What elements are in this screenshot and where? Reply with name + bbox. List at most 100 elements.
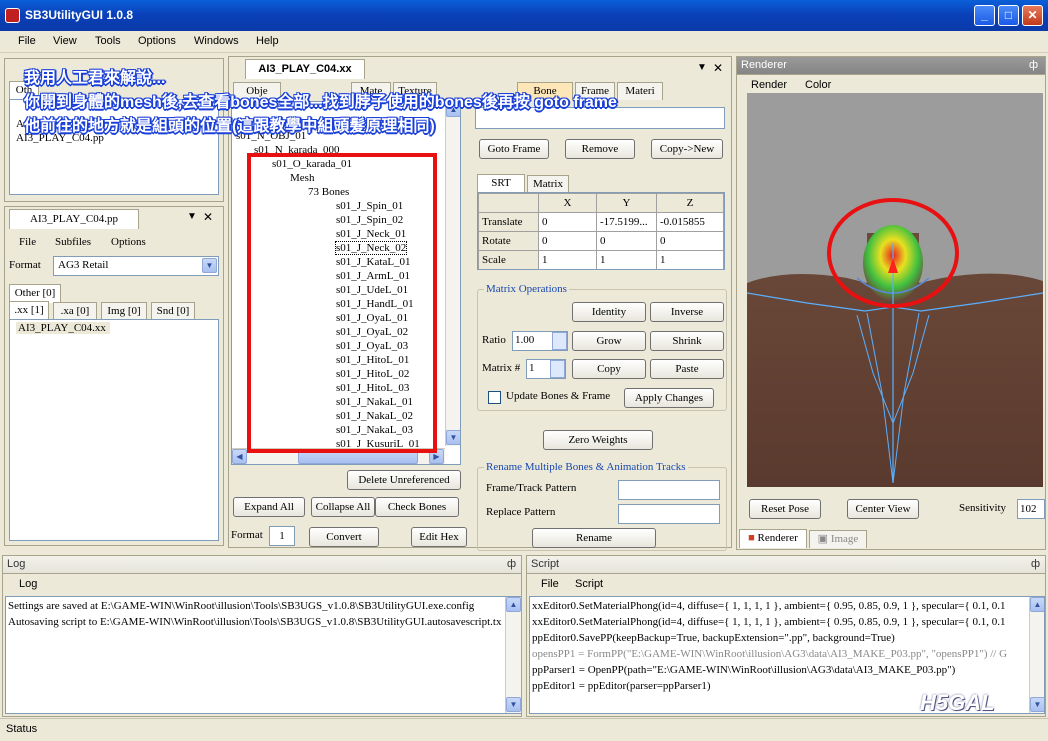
script-scrollbar[interactable]: ▲ ▼ xyxy=(1029,597,1044,713)
menu-help[interactable]: Help xyxy=(256,35,279,47)
rename-button[interactable]: Rename xyxy=(532,528,656,548)
annotation-line-2: 你開到身體的mesh後,去查看bones全部...找到脖子使用的bones後再按… xyxy=(24,94,617,111)
log-menu[interactable]: Log xyxy=(19,578,37,590)
render-viewport[interactable] xyxy=(747,93,1043,487)
matrix-num-field[interactable]: 1 xyxy=(526,359,566,379)
matrix-num-spinner[interactable] xyxy=(550,360,565,378)
grid-cell[interactable]: 0 xyxy=(538,231,597,251)
zero-weights-button[interactable]: Zero Weights xyxy=(543,430,653,450)
renderer-menu-render[interactable]: Render xyxy=(751,79,787,91)
tab-matrix[interactable]: Matrix xyxy=(527,175,569,193)
image-tab-icon: ▣ xyxy=(817,533,829,545)
close-button[interactable]: ✕ xyxy=(1022,5,1043,26)
tab-xa[interactable]: .xa [0] xyxy=(53,302,97,320)
tab-image[interactable]: ▣ Image xyxy=(809,530,867,548)
pp-doc-tab[interactable]: AI3_PLAY_C04.pp xyxy=(9,209,139,229)
format-select[interactable]: AG3 Retail ▼ xyxy=(53,256,219,276)
close-icon[interactable]: ✕ xyxy=(713,61,723,75)
title-bar: SB3UtilityGUI 1.0.8 _ □ ✕ xyxy=(0,0,1048,31)
copy-new-button[interactable]: Copy->New xyxy=(651,139,723,159)
script-menu-script[interactable]: Script xyxy=(575,578,603,590)
expand-all-button[interactable]: Expand All xyxy=(233,497,305,517)
sensitivity-field[interactable]: 102 xyxy=(1017,499,1045,519)
frame-track-input[interactable] xyxy=(618,480,720,500)
pp-panel: AI3_PLAY_C04.pp ▼ ✕ File Subfiles Option… xyxy=(4,206,224,546)
reset-pose-button[interactable]: Reset Pose xyxy=(749,499,821,519)
grid-cell[interactable]: -0.015855 xyxy=(656,212,724,232)
xx-doc-tab[interactable]: AI3_PLAY_C04.xx xyxy=(245,59,365,79)
shrink-button[interactable]: Shrink xyxy=(650,331,724,351)
apply-changes-button[interactable]: Apply Changes xyxy=(624,388,714,408)
pp-menu-options[interactable]: Options xyxy=(111,236,146,248)
inverse-button[interactable]: Inverse xyxy=(650,302,724,322)
minimize-button[interactable]: _ xyxy=(974,5,995,26)
identity-button[interactable]: Identity xyxy=(572,302,646,322)
convert-button[interactable]: Convert xyxy=(309,527,379,547)
grow-button[interactable]: Grow xyxy=(572,331,646,351)
check-bones-button[interactable]: Check Bones xyxy=(375,497,459,517)
pin-icon[interactable]: ф xyxy=(1029,57,1038,74)
log-scrollbar[interactable]: ▲ ▼ xyxy=(505,597,521,713)
srt-table: X Y Z Translate 0 -17.5199... -0.015855 … xyxy=(478,193,724,269)
grid-cell[interactable]: 0 xyxy=(538,212,597,232)
tab-img[interactable]: Img [0] xyxy=(101,302,147,320)
pp-menu-subfiles[interactable]: Subfiles xyxy=(55,236,91,248)
tree-scrollbar-v[interactable]: ▲ ▼ xyxy=(445,102,460,446)
remove-button[interactable]: Remove xyxy=(565,139,635,159)
annotation-line-1: 我用人工君來解說... xyxy=(24,70,166,87)
goto-frame-button[interactable]: Goto Frame xyxy=(479,139,549,159)
update-bones-checkbox[interactable] xyxy=(488,391,501,404)
script-menu-file[interactable]: File xyxy=(541,578,559,590)
menu-tools[interactable]: Tools xyxy=(95,35,121,47)
tab-materi[interactable]: Materi xyxy=(617,82,663,100)
menu-file[interactable]: File xyxy=(18,35,36,47)
chevron-down-icon[interactable]: ▼ xyxy=(202,258,217,273)
grid-corner xyxy=(478,193,539,213)
grid-cell[interactable]: 1 xyxy=(538,250,597,269)
pp-menu-file[interactable]: File xyxy=(19,236,36,248)
scroll-down-icon[interactable]: ▼ xyxy=(506,697,521,712)
grid-cell[interactable]: 1 xyxy=(656,250,724,269)
scroll-down-icon[interactable]: ▼ xyxy=(446,430,460,445)
pin-icon[interactable]: ф xyxy=(1031,556,1040,573)
delete-unreferenced-button[interactable]: Delete Unreferenced xyxy=(347,470,461,490)
grid-cell[interactable]: -17.5199... xyxy=(596,212,657,232)
ratio-field[interactable]: 1.00 xyxy=(512,331,568,351)
tab-renderer-label: Renderer xyxy=(757,532,798,544)
tab-image-label: Image xyxy=(830,533,859,545)
copy-button[interactable]: Copy xyxy=(572,359,646,379)
scroll-up-icon[interactable]: ▲ xyxy=(506,597,521,612)
menu-options[interactable]: Options xyxy=(138,35,176,47)
tab-xx[interactable]: .xx [1] xyxy=(9,301,49,320)
replace-input[interactable] xyxy=(618,504,720,524)
pin-icon[interactable]: ▼ xyxy=(187,211,197,222)
edit-hex-button[interactable]: Edit Hex xyxy=(411,527,467,547)
paste-button[interactable]: Paste xyxy=(650,359,724,379)
grid-cell[interactable]: 1 xyxy=(596,250,657,269)
script-line: opensPP1 = FormPP("E:\GAME-WIN\WinRoot\i… xyxy=(532,648,1008,660)
tab-snd[interactable]: Snd [0] xyxy=(151,302,195,320)
menu-windows[interactable]: Windows xyxy=(194,35,239,47)
renderer-title: Renderer xyxy=(741,59,787,71)
menu-view[interactable]: View xyxy=(53,35,77,47)
maximize-button[interactable]: □ xyxy=(998,5,1019,26)
renderer-menu-color[interactable]: Color xyxy=(805,79,831,91)
close-icon[interactable]: ✕ xyxy=(203,210,213,224)
renderer-panel: Renderer ф Render Color Reset Pose Cente… xyxy=(736,56,1046,550)
tab-srt[interactable]: SRT xyxy=(477,174,525,193)
ratio-spinner[interactable] xyxy=(552,332,567,350)
scroll-up-icon[interactable]: ▲ xyxy=(1030,597,1044,612)
tab-renderer[interactable]: ■ Renderer xyxy=(739,529,807,548)
grid-cell[interactable]: 0 xyxy=(656,231,724,251)
scroll-down-icon[interactable]: ▼ xyxy=(1030,697,1044,712)
scroll-left-icon[interactable]: ◀ xyxy=(232,449,247,464)
collapse-all-button[interactable]: Collapse All xyxy=(311,497,375,517)
pin-icon[interactable]: ▼ xyxy=(697,62,707,73)
log-text-area[interactable]: Settings are saved at E:\GAME-WIN\WinRoo… xyxy=(5,596,521,714)
list-item[interactable]: AI3_PLAY_C04.xx xyxy=(16,322,110,334)
xx-format-field[interactable]: 1 xyxy=(269,526,295,546)
center-view-button[interactable]: Center View xyxy=(847,499,919,519)
renderer-header: Renderer ф xyxy=(737,57,1045,75)
pin-icon[interactable]: ф xyxy=(507,556,516,573)
grid-cell[interactable]: 0 xyxy=(596,231,657,251)
